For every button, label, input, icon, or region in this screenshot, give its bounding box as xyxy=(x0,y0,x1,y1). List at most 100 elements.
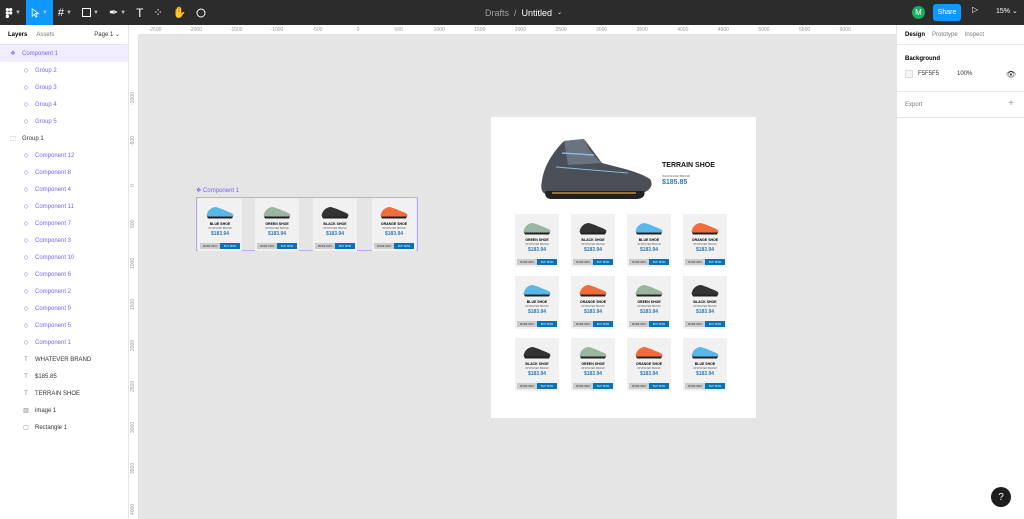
layer-row[interactable]: ◇ Component 5 xyxy=(0,317,128,334)
product-card[interactable]: BLUE SHOE WHATEVER BRAND $183.94 MORE INFO B… xyxy=(515,276,559,329)
buy-now-button[interactable]: BUY NOW xyxy=(649,259,669,265)
more-info-button[interactable]: MORE INFO xyxy=(629,259,649,265)
layer-row[interactable]: ◇ Group 5 xyxy=(0,113,128,130)
help-button[interactable]: ? xyxy=(991,487,1011,507)
hand-tool-button[interactable]: ✋ xyxy=(168,0,192,25)
product-card[interactable]: GREEN SHOE WHATEVER BRAND $183.94 MORE INFO… xyxy=(571,338,615,391)
product-card[interactable]: BLUE SHOE WHATEVER BRAND $183.94 MORE INFO B… xyxy=(683,338,727,391)
buy-now-button[interactable]: BUY NOW xyxy=(537,383,557,389)
product-card[interactable]: BLACK SHOE WHATEVER BRAND $183.94 MORE INFO… xyxy=(313,198,357,251)
chevron-down-icon[interactable]: ⌄ xyxy=(557,9,562,16)
breadcrumb-drafts[interactable]: Drafts xyxy=(485,8,509,18)
product-card[interactable]: BLUE SHOE WHATEVER BRAND $183.94 MORE INFO B… xyxy=(198,198,242,251)
buy-now-button[interactable]: BUY NOW xyxy=(593,321,613,327)
layer-row[interactable]: T TERRAIN SHOE xyxy=(0,385,128,402)
layer-row[interactable]: ◇ Component 6 xyxy=(0,266,128,283)
present-icon[interactable]: ▷ xyxy=(972,5,978,14)
more-info-button[interactable]: MORE INFO xyxy=(685,383,705,389)
buy-now-button[interactable]: BUY NOW xyxy=(277,243,297,249)
shape-tool-button[interactable]: ▼ xyxy=(77,0,104,25)
layer-row[interactable]: ▨ image 1 xyxy=(0,402,128,419)
layer-row[interactable]: ◇ Group 3 xyxy=(0,79,128,96)
buy-now-button[interactable]: BUY NOW xyxy=(705,259,725,265)
tab-prototype[interactable]: Prototype xyxy=(932,32,958,38)
layer-row[interactable]: ⬚ Group 1 xyxy=(0,130,128,147)
tab-design[interactable]: Design xyxy=(905,32,925,38)
layer-row[interactable]: ◇ Component 9 xyxy=(0,300,128,317)
product-card[interactable]: GREEN SHOE WHATEVER BRAND $183.94 MORE INFO… xyxy=(627,276,671,329)
layer-row[interactable]: ◇ Component 4 xyxy=(0,181,128,198)
more-info-button[interactable]: MORE INFO xyxy=(629,321,649,327)
product-frame[interactable]: TERRAIN SHOE WHATEVER BRAND $185.85 GREE… xyxy=(491,117,756,418)
tab-inspect[interactable]: Inspect xyxy=(965,32,984,38)
layer-row[interactable]: ◇ Group 2 xyxy=(0,62,128,79)
layer-row[interactable]: ◇ Component 7 xyxy=(0,215,128,232)
buy-now-button[interactable]: BUY NOW xyxy=(335,243,355,249)
file-name[interactable]: Untitled xyxy=(522,8,553,18)
buy-now-button[interactable]: BUY NOW xyxy=(537,321,557,327)
more-info-button[interactable]: MORE INFO xyxy=(517,383,537,389)
more-info-button[interactable]: MORE INFO xyxy=(685,321,705,327)
more-info-button[interactable]: MORE INFO xyxy=(573,321,593,327)
share-button[interactable]: Share xyxy=(933,4,961,21)
move-tool-button[interactable]: ▼ xyxy=(25,0,53,25)
more-info-button[interactable]: MORE INFO xyxy=(629,383,649,389)
more-info-button[interactable]: MORE INFO xyxy=(257,243,277,249)
more-info-button[interactable]: MORE INFO xyxy=(200,243,220,249)
more-info-button[interactable]: MORE INFO xyxy=(685,259,705,265)
buy-now-button[interactable]: BUY NOW xyxy=(593,259,613,265)
product-card[interactable]: ORANGE SHOE WHATEVER BRAND $183.94 MORE INF… xyxy=(683,214,727,267)
layer-row[interactable]: ◇ Component 8 xyxy=(0,164,128,181)
layer-row[interactable]: ◇ Component 11 xyxy=(0,198,128,215)
tab-layers[interactable]: Layers xyxy=(8,32,27,38)
buy-now-button[interactable]: BUY NOW xyxy=(394,243,414,249)
text-tool-button[interactable]: T xyxy=(131,0,148,25)
buy-now-button[interactable]: BUY NOW xyxy=(593,383,613,389)
zoom-menu[interactable]: 15% ⌄ xyxy=(996,7,1018,15)
frame-tool-button[interactable]: # ▼ xyxy=(53,0,77,25)
buy-now-button[interactable]: BUY NOW xyxy=(705,383,725,389)
buy-now-button[interactable]: BUY NOW xyxy=(649,383,669,389)
product-card[interactable]: BLACK SHOE WHATEVER BRAND $183.94 MORE INFO… xyxy=(515,338,559,391)
component-label[interactable]: ❖ Component 1 xyxy=(196,187,239,194)
product-card[interactable]: BLUE SHOE WHATEVER BRAND $183.94 MORE INFO B… xyxy=(627,214,671,267)
buy-now-button[interactable]: BUY NOW xyxy=(220,243,240,249)
layer-row[interactable]: ◇ Component 1 xyxy=(0,334,128,351)
product-card[interactable]: ORANGE SHOE WHATEVER BRAND $183.94 MORE INF… xyxy=(627,338,671,391)
canvas[interactable]: -2500 -2000 -1500 -1000 -500 0 500 1000 1500 2000… xyxy=(129,25,896,519)
more-info-button[interactable]: MORE INFO xyxy=(374,243,394,249)
product-card[interactable]: BLACK SHOE WHATEVER BRAND $183.94 MORE INFO… xyxy=(683,276,727,329)
tab-assets[interactable]: Assets xyxy=(36,32,54,38)
eye-icon[interactable]: 👁 xyxy=(1006,70,1016,79)
layer-row[interactable]: ▢ Rectangle 1 xyxy=(0,419,128,436)
background-swatch[interactable] xyxy=(905,70,913,78)
avatar[interactable]: M xyxy=(912,6,925,19)
more-info-button[interactable]: MORE INFO xyxy=(573,383,593,389)
layer-row[interactable]: ❖ Component 1 xyxy=(0,45,128,62)
layer-row[interactable]: ◇ Component 10 xyxy=(0,249,128,266)
main-menu-button[interactable]: ▼ xyxy=(0,0,26,25)
layer-row[interactable]: ◇ Component 2 xyxy=(0,283,128,300)
more-info-button[interactable]: MORE INFO xyxy=(573,259,593,265)
product-card[interactable]: BLACK SHOE WHATEVER BRAND $183.94 MORE INFO… xyxy=(571,214,615,267)
background-hex[interactable]: F5F5F5 xyxy=(918,71,939,77)
layer-row[interactable]: T WHATEVER BRAND xyxy=(0,351,128,368)
layer-row[interactable]: ◇ Component 3 xyxy=(0,232,128,249)
product-card[interactable]: ORANGE SHOE WHATEVER BRAND $183.94 MORE INF… xyxy=(571,276,615,329)
product-card[interactable]: GREEN SHOE WHATEVER BRAND $183.94 MORE INFO… xyxy=(515,214,559,267)
buy-now-button[interactable]: BUY NOW xyxy=(705,321,725,327)
page-selector[interactable]: Page 1 ⌄ xyxy=(94,31,120,38)
more-info-button[interactable]: MORE INFO xyxy=(517,321,537,327)
buy-now-button[interactable]: BUY NOW xyxy=(537,259,557,265)
background-opacity[interactable]: 100% xyxy=(957,71,972,77)
resources-button[interactable]: ⁘ xyxy=(148,0,167,25)
product-card[interactable]: GREEN SHOE WHATEVER BRAND $183.94 MORE INFO… xyxy=(255,198,299,251)
product-card[interactable]: ORANGE SHOE WHATEVER BRAND $183.94 MORE INF… xyxy=(372,198,416,251)
buy-now-button[interactable]: BUY NOW xyxy=(649,321,669,327)
more-info-button[interactable]: MORE INFO xyxy=(315,243,335,249)
more-info-button[interactable]: MORE INFO xyxy=(517,259,537,265)
add-export-icon[interactable]: + xyxy=(1008,98,1014,109)
layer-row[interactable]: ◇ Group 4 xyxy=(0,96,128,113)
pen-tool-button[interactable]: ✒ ▼ xyxy=(104,0,131,25)
layer-row[interactable]: ◇ Component 12 xyxy=(0,147,128,164)
